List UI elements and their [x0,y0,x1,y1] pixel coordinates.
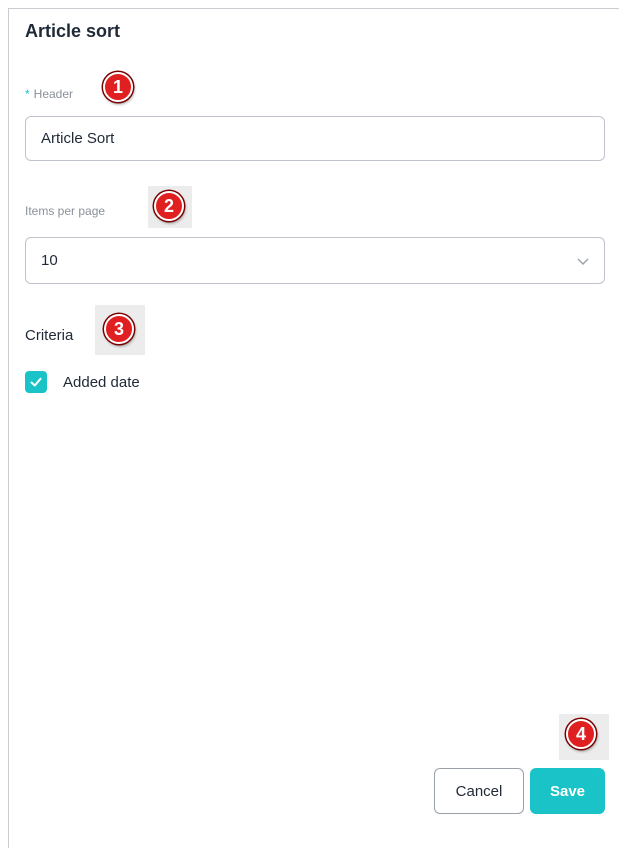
annotation-marker-4: 4 [566,719,596,749]
cancel-button[interactable]: Cancel [434,768,524,814]
added-date-label: Added date [63,373,140,391]
criteria-option-added-date[interactable]: Added date [25,371,140,393]
annotation-marker-3: 3 [104,314,134,344]
items-per-page-value: 10 [41,252,58,269]
chevron-down-icon [577,258,589,265]
save-button[interactable]: Save [530,768,605,814]
header-input[interactable] [25,116,605,161]
criteria-label: Criteria [25,327,74,344]
panel-title: Article sort [25,21,121,41]
header-label-text: Header [33,87,74,101]
added-date-checkbox[interactable] [25,371,47,393]
required-indicator: * [25,87,30,101]
header-field-label: * Header [25,87,73,101]
annotation-marker-1: 1 [103,72,133,102]
items-per-page-select[interactable]: 10 [25,237,605,284]
checkmark-icon [30,377,42,387]
annotation-marker-2: 2 [154,191,184,221]
items-per-page-label: Items per page [25,204,106,218]
